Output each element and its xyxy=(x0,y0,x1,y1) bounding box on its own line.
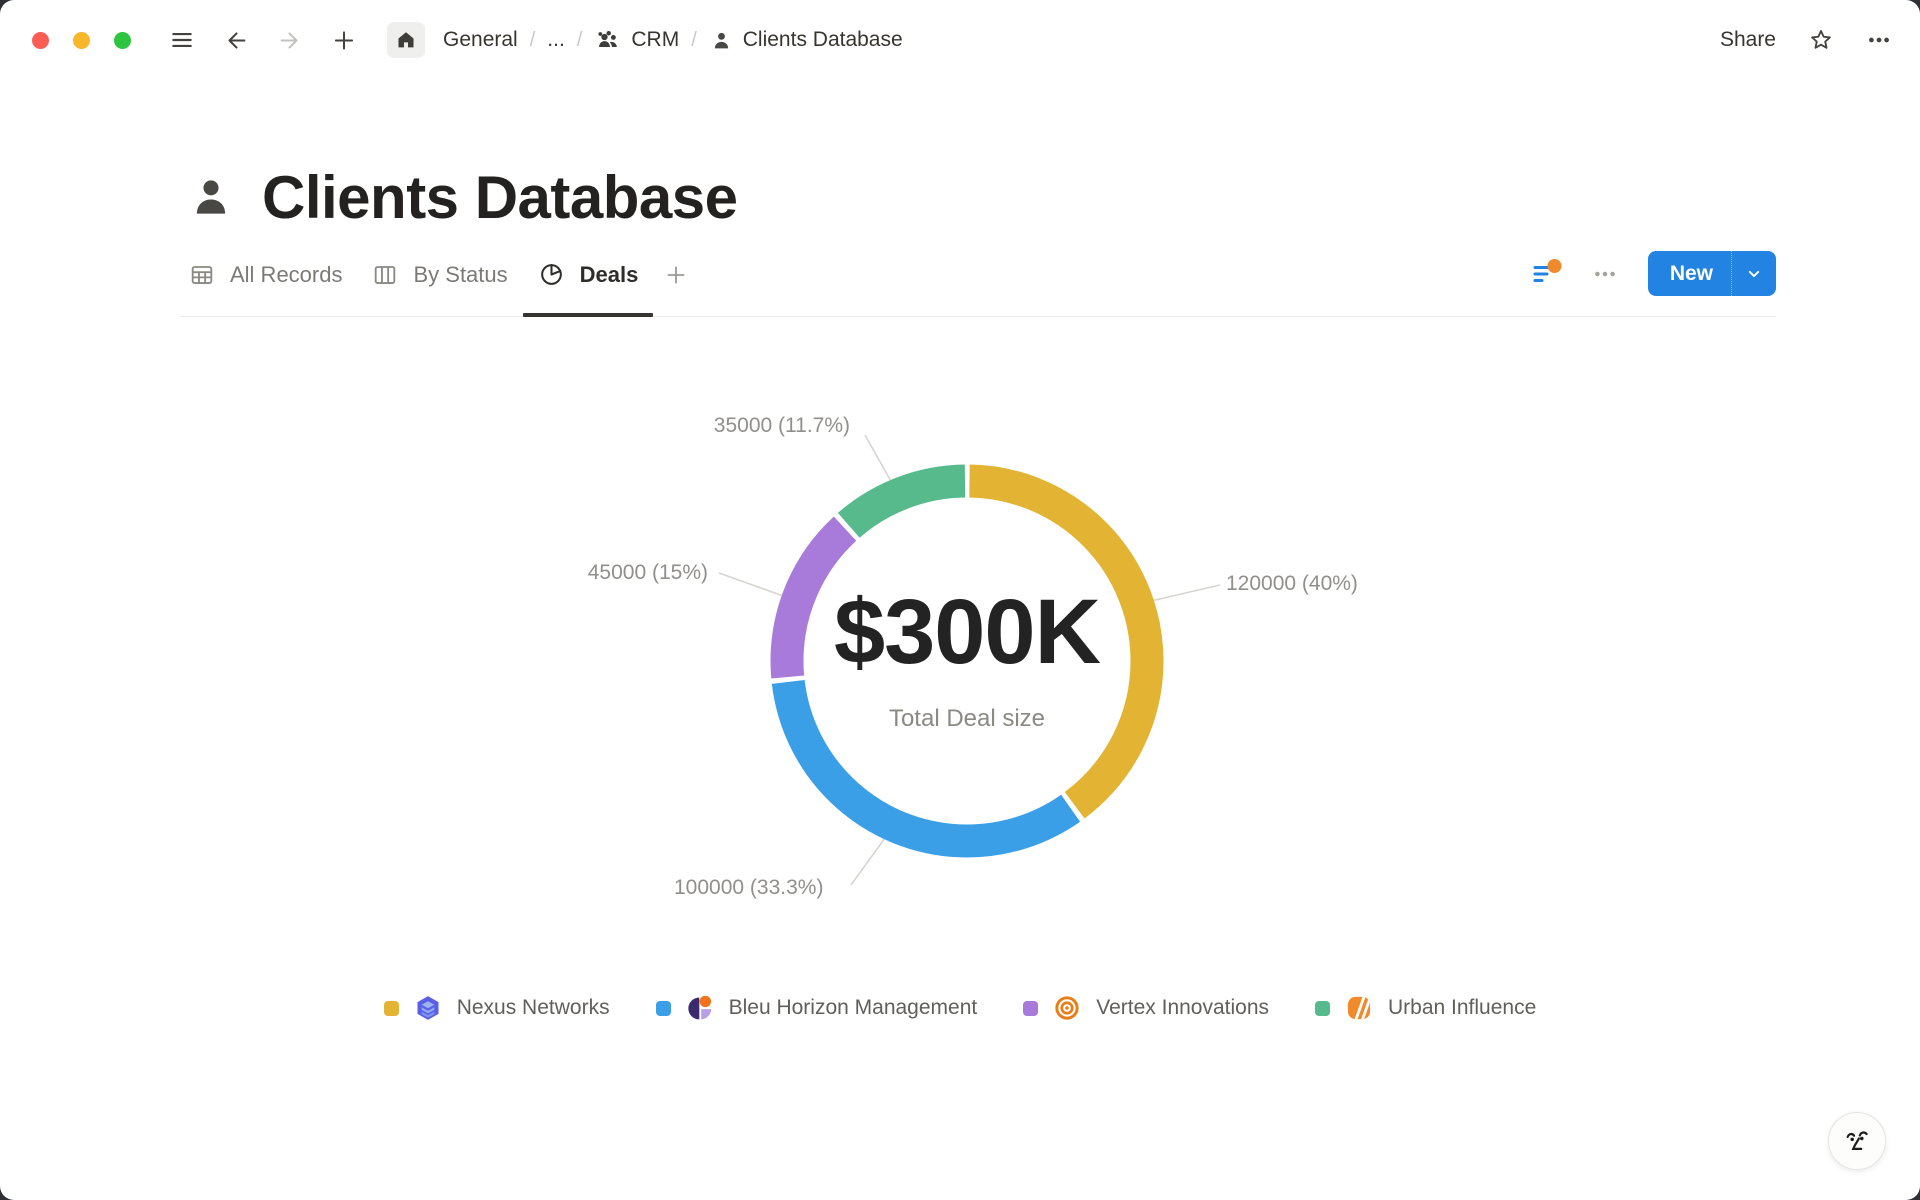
share-button[interactable]: Share xyxy=(1720,28,1776,52)
vertex-innovations-logo xyxy=(1053,994,1081,1022)
plus-icon xyxy=(331,27,357,54)
star-icon xyxy=(1808,26,1834,54)
donut-wrap: $300K Total Deal size xyxy=(757,451,1177,871)
nexus-networks-logo xyxy=(414,994,442,1022)
app-window: General / ... / CRM / Clients Database S… xyxy=(0,0,1920,1200)
new-page-button[interactable] xyxy=(331,27,357,53)
legend-swatch xyxy=(1315,1001,1330,1016)
view-controls: New xyxy=(1532,251,1776,296)
sidebar-toggle-button[interactable] xyxy=(169,27,195,53)
more-options-button[interactable] xyxy=(1866,27,1892,53)
slice-label-bleu-horizon: 100000 (33.3%) xyxy=(674,875,823,901)
titlebar: General / ... / CRM / Clients Database S… xyxy=(0,0,1920,80)
filter-badge xyxy=(1547,259,1561,273)
breadcrumb-item-collapsed[interactable]: ... xyxy=(547,28,565,52)
slice-label-urban-influence: 35000 (11.7%) xyxy=(714,413,850,439)
legend-item-nexus-networks[interactable]: Nexus Networks xyxy=(384,994,610,1022)
forward-button[interactable] xyxy=(277,27,303,53)
nav-icons xyxy=(169,22,425,58)
breadcrumb-label: Clients Database xyxy=(743,28,903,52)
breadcrumb-separator: / xyxy=(691,29,697,52)
filter-button[interactable] xyxy=(1532,259,1562,289)
forward-arrow-icon xyxy=(277,27,303,54)
favorite-button[interactable] xyxy=(1808,27,1834,53)
slice-label-nexus-networks: 120000 (40%) xyxy=(1226,571,1358,597)
breadcrumb-label: CRM xyxy=(631,28,679,52)
breadcrumb-item-crm[interactable]: CRM xyxy=(594,26,679,54)
people-icon xyxy=(594,26,622,54)
tab-all-records[interactable]: All Records xyxy=(174,258,357,317)
plus-icon xyxy=(663,262,689,288)
home-icon xyxy=(395,29,417,51)
back-arrow-icon xyxy=(223,27,249,54)
legend-item-bleu-horizon[interactable]: Bleu Horizon Management xyxy=(656,994,978,1022)
new-record-dropdown-button[interactable] xyxy=(1731,251,1776,296)
views-toolbar: All Records By Status Deals xyxy=(180,258,1776,317)
breadcrumb-item-general[interactable]: General xyxy=(443,28,518,52)
pie-chart-icon xyxy=(538,261,565,288)
filter-lines-icon xyxy=(1532,259,1562,289)
chart-legend: Nexus Networks Bleu Horizon Management V… xyxy=(0,994,1920,1022)
page-person-icon[interactable] xyxy=(186,172,236,222)
breadcrumb-item-current[interactable]: Clients Database xyxy=(709,28,903,53)
zoom-window-button[interactable] xyxy=(114,32,131,49)
donut-chart[interactable] xyxy=(757,451,1177,871)
deals-chart: $300K Total Deal size 35000 (11.7%) 4500… xyxy=(0,317,1920,1200)
legend-label: Nexus Networks xyxy=(457,996,610,1020)
page-content: Clients Database All Records By Status D… xyxy=(180,166,1776,317)
back-button[interactable] xyxy=(223,27,249,53)
new-record-button-group: New xyxy=(1648,251,1776,296)
add-view-button[interactable] xyxy=(653,258,699,317)
page-title[interactable]: Clients Database xyxy=(262,163,738,232)
legend-swatch xyxy=(656,1001,671,1016)
tab-by-status[interactable]: By Status xyxy=(357,258,522,317)
legend-item-urban-influence[interactable]: Urban Influence xyxy=(1315,994,1536,1022)
ellipsis-icon xyxy=(1592,260,1618,288)
page-head: Clients Database xyxy=(180,166,1776,228)
slice-label-vertex-innovations: 45000 (15%) xyxy=(588,560,708,586)
board-columns-icon xyxy=(372,262,398,288)
titlebar-actions: Share xyxy=(1720,27,1892,53)
legend-label: Urban Influence xyxy=(1388,996,1536,1020)
legend-item-vertex-innovations[interactable]: Vertex Innovations xyxy=(1023,994,1269,1022)
legend-swatch xyxy=(1023,1001,1038,1016)
tab-deals[interactable]: Deals xyxy=(523,258,654,317)
legend-label: Vertex Innovations xyxy=(1096,996,1269,1020)
tab-label: All Records xyxy=(230,262,342,288)
legend-swatch xyxy=(384,1001,399,1016)
tab-label: By Status xyxy=(413,262,507,288)
legend-label: Bleu Horizon Management xyxy=(729,996,978,1020)
chevron-down-icon xyxy=(1744,264,1764,284)
view-options-button[interactable] xyxy=(1592,261,1618,287)
bleu-horizon-logo xyxy=(686,994,714,1022)
menu-icon xyxy=(169,27,195,53)
tab-label: Deals xyxy=(580,262,639,288)
notion-face-button[interactable] xyxy=(1828,1112,1886,1170)
breadcrumb: General / ... / CRM / Clients Database xyxy=(443,26,903,54)
close-window-button[interactable] xyxy=(32,32,49,49)
table-icon xyxy=(189,262,215,288)
urban-influence-logo xyxy=(1345,994,1373,1022)
new-record-button[interactable]: New xyxy=(1648,251,1731,296)
breadcrumb-separator: / xyxy=(530,29,536,52)
ellipsis-icon xyxy=(1866,26,1892,54)
home-button[interactable] xyxy=(387,22,425,58)
face-icon xyxy=(1841,1125,1873,1157)
breadcrumb-separator: / xyxy=(577,29,583,52)
minimize-window-button[interactable] xyxy=(73,32,90,49)
window-controls xyxy=(32,32,131,49)
person-icon xyxy=(709,28,734,53)
breadcrumb-label: General xyxy=(443,28,518,52)
breadcrumb-ellipsis: ... xyxy=(547,28,565,52)
